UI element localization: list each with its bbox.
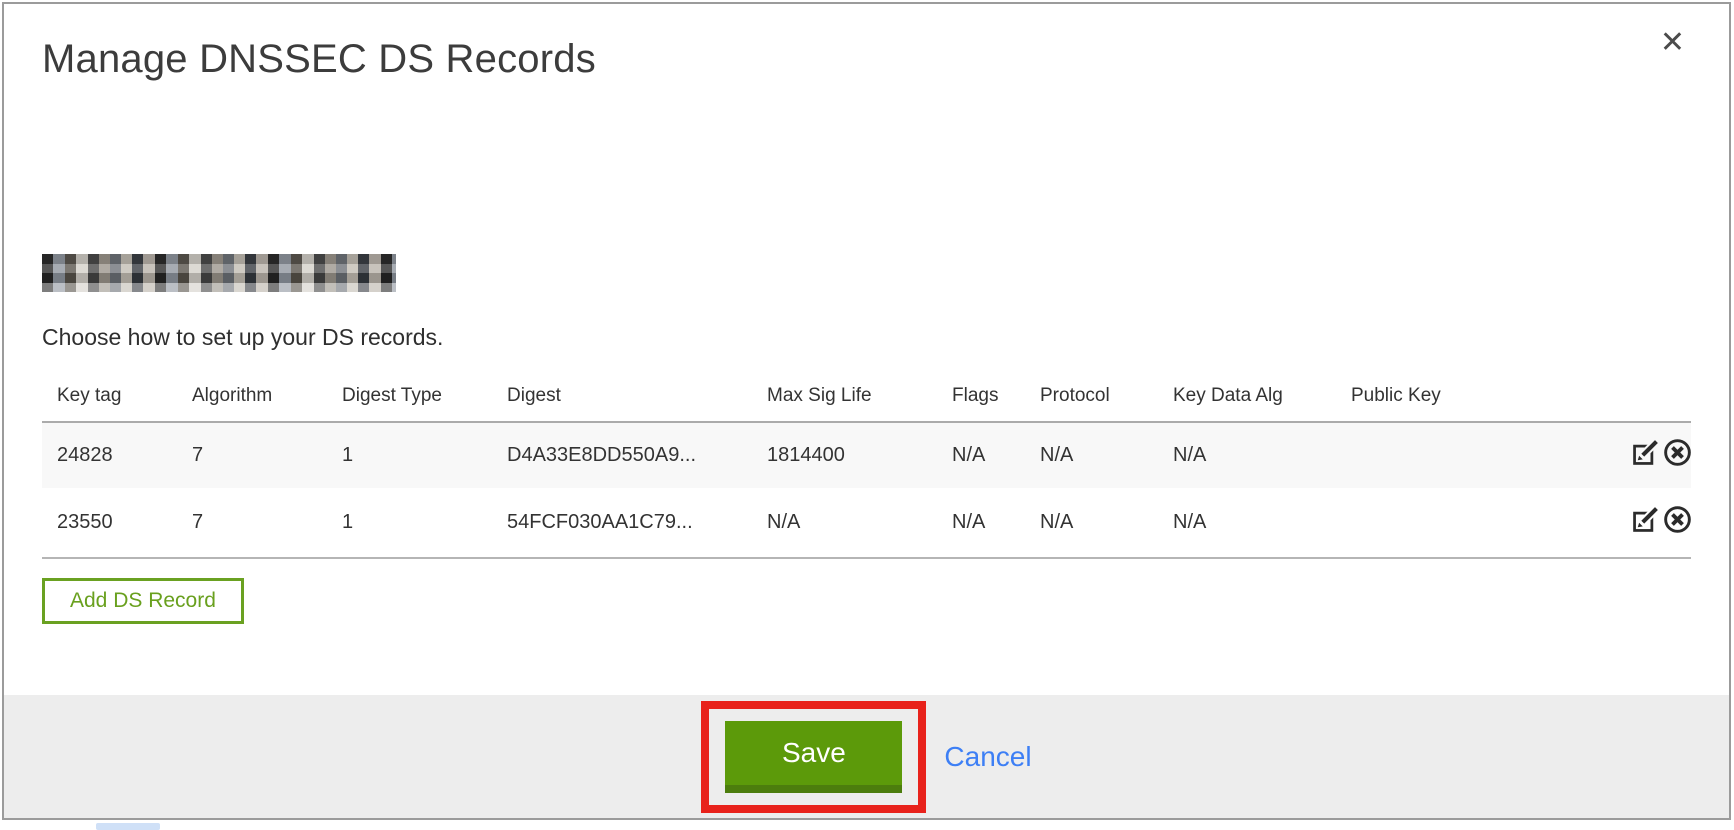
background-content-peek	[96, 823, 160, 830]
table-header-row: Key tag Algorithm Digest Type Digest Max…	[42, 370, 1691, 422]
cell-public-key	[1336, 488, 1615, 558]
ds-records-table: Key tag Algorithm Digest Type Digest Max…	[42, 370, 1691, 559]
cell-flags: N/A	[937, 488, 1025, 558]
col-header-actions	[1615, 370, 1691, 422]
cell-digest: 54FCF030AA1C79...	[492, 488, 752, 558]
cell-key-data-alg: N/A	[1158, 488, 1336, 558]
cell-algorithm: 7	[177, 422, 327, 488]
col-header-flags: Flags	[937, 370, 1025, 422]
edit-record-icon[interactable]	[1630, 504, 1661, 541]
cell-key-data-alg: N/A	[1158, 422, 1336, 488]
delete-record-icon[interactable]	[1662, 504, 1691, 541]
col-header-key-data-alg: Key Data Alg	[1158, 370, 1336, 422]
redacted-domain-name	[42, 254, 396, 292]
table-row: 24828 7 1 D4A33E8DD550A9... 1814400 N/A …	[42, 422, 1691, 488]
table-row: 23550 7 1 54FCF030AA1C79... N/A N/A N/A …	[42, 488, 1691, 558]
col-header-algorithm: Algorithm	[177, 370, 327, 422]
cell-max-sig-life: 1814400	[752, 422, 937, 488]
col-header-digest: Digest	[492, 370, 752, 422]
cell-public-key	[1336, 422, 1615, 488]
cell-digest: D4A33E8DD550A9...	[492, 422, 752, 488]
cell-key-tag: 24828	[42, 422, 177, 488]
cancel-link[interactable]: Cancel	[944, 741, 1031, 773]
cell-flags: N/A	[937, 422, 1025, 488]
close-icon[interactable]: ✕	[1660, 28, 1685, 58]
screen-background: ✕ Manage DNSSEC DS Records Choose how to…	[0, 0, 1734, 830]
manage-dnssec-dialog: ✕ Manage DNSSEC DS Records Choose how to…	[2, 2, 1731, 820]
add-ds-record-button[interactable]: Add DS Record	[42, 578, 244, 624]
cell-protocol: N/A	[1025, 422, 1158, 488]
intro-text: Choose how to set up your DS records.	[42, 319, 1729, 356]
delete-record-icon[interactable]	[1662, 437, 1691, 474]
cell-digest-type: 1	[327, 488, 492, 558]
col-header-max-sig-life: Max Sig Life	[752, 370, 937, 422]
save-button-highlight-annotation: Save	[701, 701, 926, 813]
cell-key-tag: 23550	[42, 488, 177, 558]
dialog-footer: Save Cancel	[4, 695, 1729, 818]
col-header-key-tag: Key tag	[42, 370, 177, 422]
cell-digest-type: 1	[327, 422, 492, 488]
col-header-digest-type: Digest Type	[327, 370, 492, 422]
row-actions	[1615, 488, 1691, 558]
cell-max-sig-life: N/A	[752, 488, 937, 558]
row-actions	[1615, 422, 1691, 488]
cell-algorithm: 7	[177, 488, 327, 558]
save-button[interactable]: Save	[725, 721, 902, 793]
ds-records-table-wrap: Key tag Algorithm Digest Type Digest Max…	[42, 370, 1691, 559]
col-header-protocol: Protocol	[1025, 370, 1158, 422]
edit-record-icon[interactable]	[1630, 437, 1661, 474]
dialog-title: Manage DNSSEC DS Records	[42, 34, 1729, 84]
cell-protocol: N/A	[1025, 488, 1158, 558]
col-header-public-key: Public Key	[1336, 370, 1615, 422]
